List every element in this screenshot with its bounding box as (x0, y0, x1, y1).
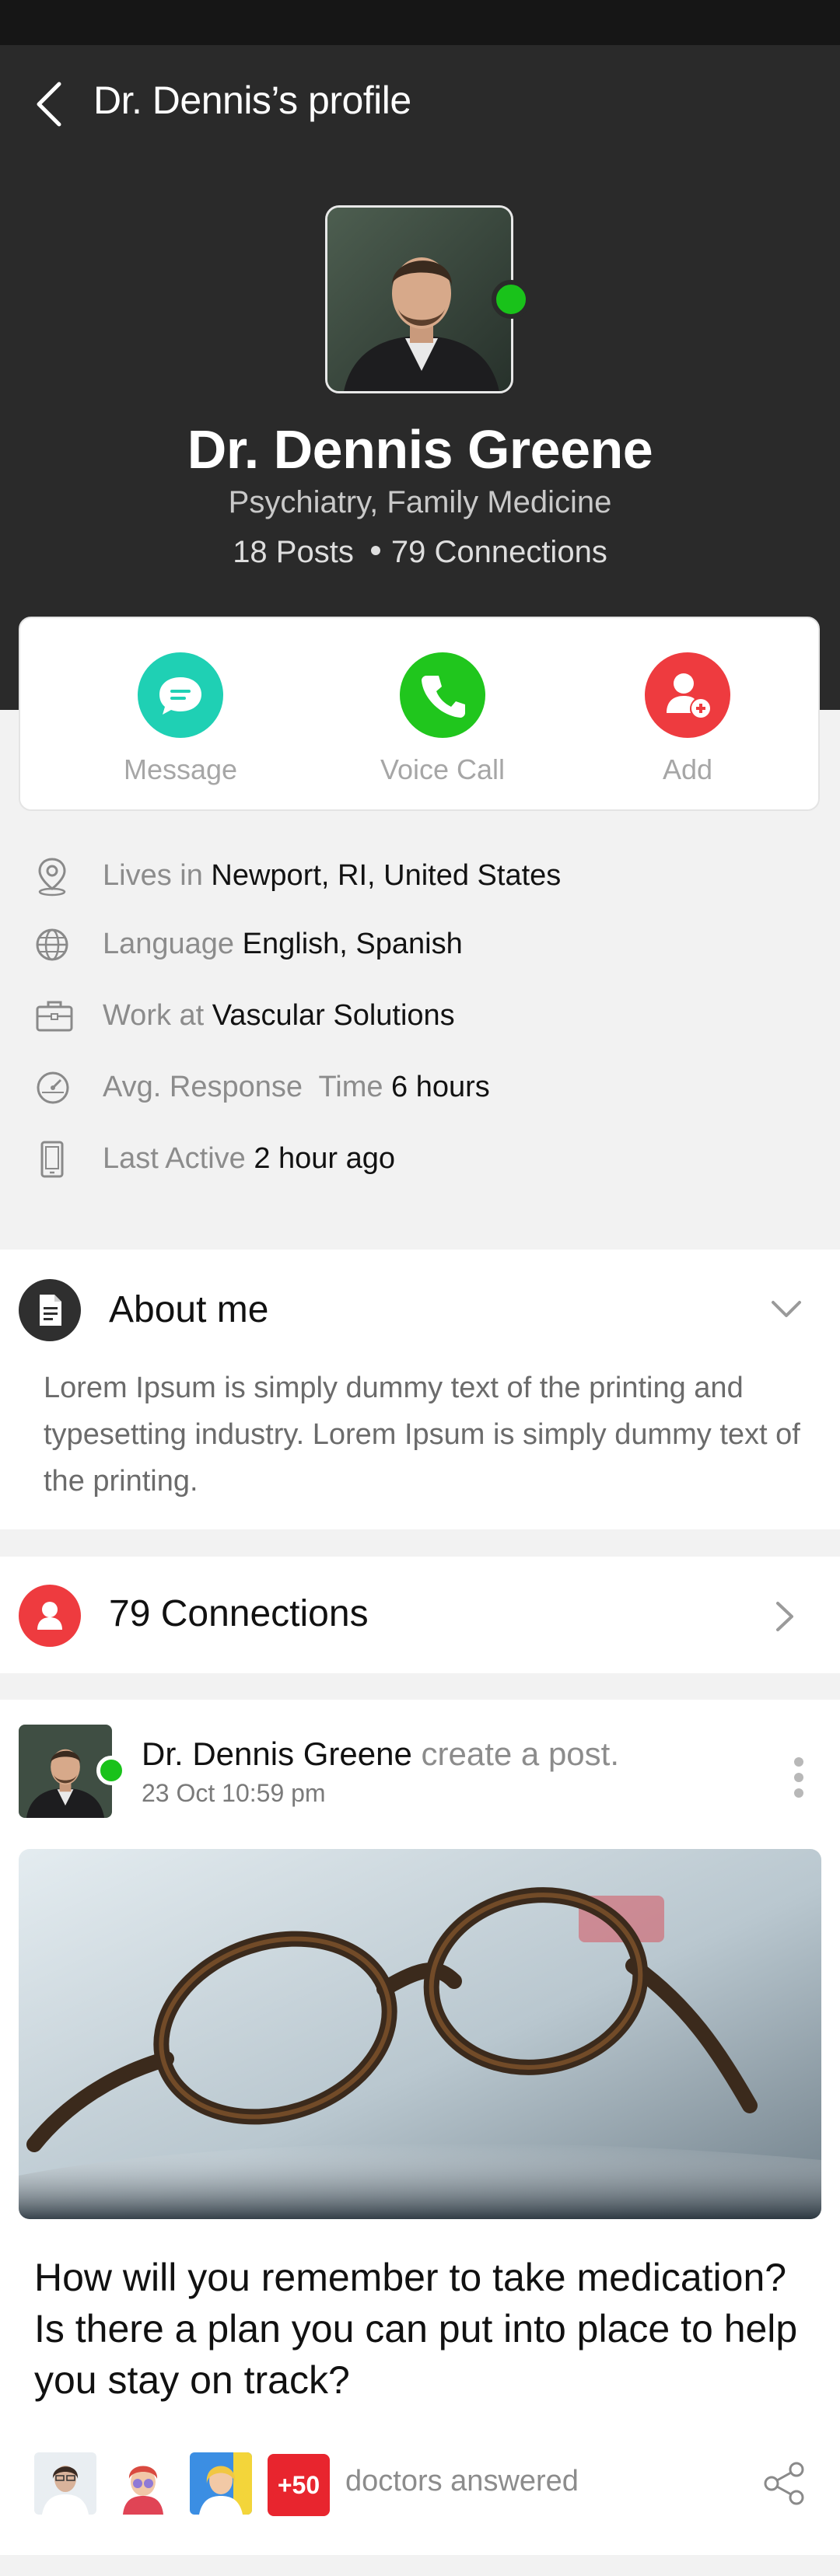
online-status-dot (492, 280, 530, 319)
doctor-avatar-3 (190, 2452, 252, 2515)
chevron-right-icon[interactable] (773, 1600, 796, 1633)
about-text: Lorem Ipsum is simply dummy text of the … (44, 1372, 800, 1498)
status-bar (0, 0, 840, 45)
add-user-icon (667, 673, 710, 718)
more-doctors-badge: +50 (268, 2454, 330, 2516)
last-active-label: Last Active (103, 1142, 246, 1175)
more-options-icon[interactable] (787, 1749, 810, 1812)
profile-stats: 18 Posts 79 Connections (0, 535, 840, 570)
globe-icon (36, 928, 68, 961)
post-online-dot (96, 1756, 126, 1785)
info-list: Lives in Newport, RI, United States Lang… (0, 844, 840, 1248)
add-button[interactable]: Add (586, 652, 789, 786)
info-row-language: Language English, Spanish (0, 912, 840, 984)
speedometer-icon (37, 1071, 69, 1104)
document-icon (40, 1295, 61, 1326)
location-pin-icon (38, 858, 66, 897)
add-label: Add (662, 753, 713, 785)
chevron-down-icon[interactable] (770, 1298, 803, 1321)
eyeglasses-photo (19, 1849, 821, 2219)
about-title: About me (109, 1289, 269, 1330)
profile-name: Dr. Dennis Greene (187, 419, 653, 480)
dot-separator (370, 546, 380, 556)
profile-avatar[interactable] (325, 205, 530, 393)
add-circle (645, 652, 730, 738)
briefcase-icon (36, 1001, 73, 1032)
chat-bubble-icon (159, 677, 201, 715)
message-button[interactable]: Message (79, 652, 282, 786)
info-row-response: Avg. Response Time 6 hours (0, 1055, 840, 1127)
answered-text: doctors answered (345, 2465, 579, 2497)
post-image[interactable] (19, 1849, 821, 2219)
page-title: Dr. Dennis’s profile (93, 79, 411, 122)
post-author-name[interactable]: Dr. Dennis Greene (142, 1735, 412, 1772)
answers-bar[interactable]: +50 doctors answered (34, 2452, 812, 2518)
connections-section[interactable]: 79 Connections (0, 1557, 840, 1673)
response-label: Avg. Response Time (103, 1071, 383, 1103)
info-row-location: Lives in Newport, RI, United States (0, 844, 840, 915)
work-value: Vascular Solutions (212, 999, 455, 1032)
voice-call-label: Voice Call (380, 753, 506, 785)
back-arrow-icon[interactable] (31, 79, 68, 129)
post-author-line: Dr. Dennis Greene create a post. (142, 1735, 619, 1773)
doctor-avatar-2 (112, 2452, 174, 2515)
post-action-text: create a post. (421, 1735, 619, 1772)
post-question[interactable]: How will you remember to take medication… (34, 2252, 820, 2406)
info-row-last-active: Last Active 2 hour ago (0, 1127, 840, 1198)
posts-count[interactable]: 18 Posts (233, 535, 354, 569)
post-timestamp: 23 Oct 10:59 pm (142, 1779, 326, 1807)
lives-value: Newport, RI, United States (211, 859, 562, 892)
language-label: Language (103, 928, 235, 960)
top-nav: Dr. Dennis’s profile (0, 45, 840, 162)
connections-count[interactable]: 79 Connections (391, 535, 607, 569)
post-card: Dr. Dennis Greene create a post. 23 Oct … (0, 1700, 840, 2555)
voice-call-circle (400, 652, 485, 738)
profile-specialties: Psychiatry, Family Medicine (228, 485, 612, 519)
message-circle (138, 652, 223, 738)
document-icon-circle (19, 1279, 81, 1341)
phone-icon (422, 676, 465, 718)
info-row-work: Work at Vascular Solutions (0, 984, 840, 1055)
voice-call-button[interactable]: Voice Call (341, 652, 544, 786)
person-icon-circle (19, 1585, 81, 1647)
connections-title: 79 Connections (109, 1593, 369, 1634)
share-icon[interactable] (761, 2460, 807, 2507)
language-value: English, Spanish (242, 928, 463, 960)
last-active-value: 2 hour ago (254, 1142, 396, 1175)
phone-device-icon (40, 1141, 64, 1178)
avatar (325, 205, 513, 393)
action-card: Message Voice Call Add (19, 617, 820, 811)
doctor-avatar-1 (34, 2452, 96, 2515)
message-label: Message (123, 753, 238, 785)
work-label: Work at (103, 999, 205, 1032)
response-value: 6 hours (391, 1071, 490, 1103)
lives-label: Lives in (103, 859, 203, 892)
avatar-photo (327, 208, 511, 391)
about-section: About me Lorem Ipsum is simply dummy tex… (0, 1250, 840, 1529)
person-icon (37, 1602, 62, 1630)
